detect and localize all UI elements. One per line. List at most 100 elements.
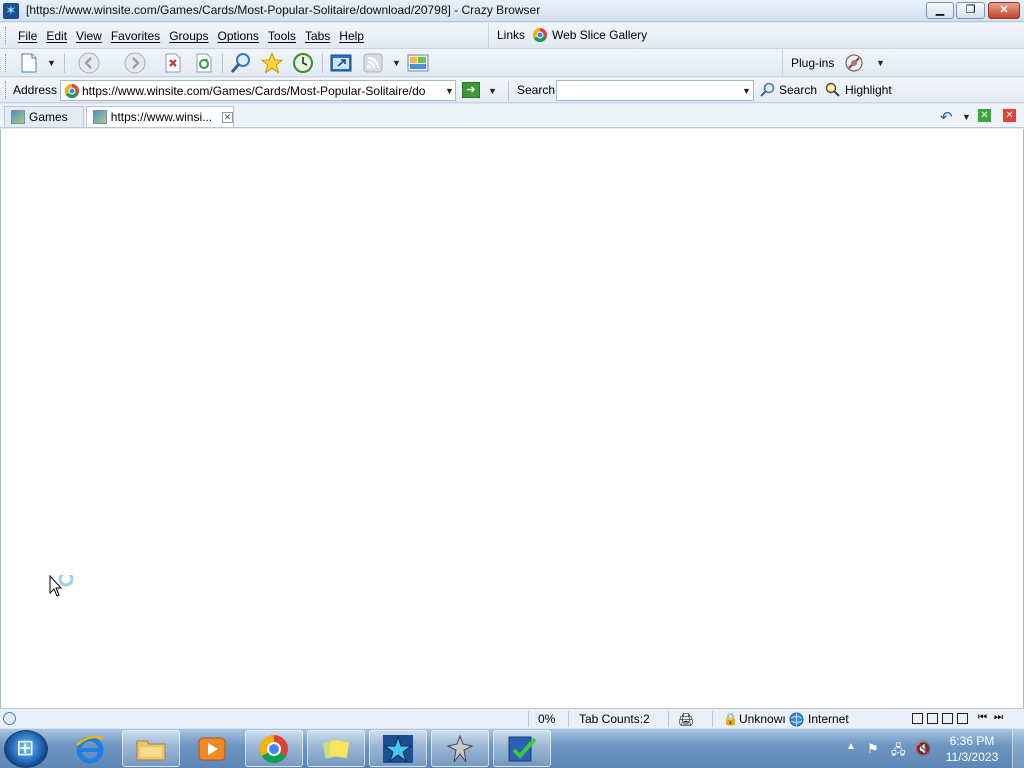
menu-tabs[interactable]: Tabs (305, 29, 330, 43)
page-content[interactable] (0, 129, 1024, 708)
rss-dropdown-icon[interactable]: ▼ (392, 58, 401, 68)
plugin-icon[interactable] (843, 52, 865, 74)
new-page-dropdown-icon[interactable]: ▼ (47, 58, 56, 68)
restore-button[interactable]: ❐ (956, 2, 985, 19)
history-icon[interactable] (292, 52, 314, 74)
close-other-tabs-icon[interactable]: ✕ (978, 109, 991, 122)
close-tab-icon[interactable]: ✕ (1003, 109, 1016, 122)
sticky-notes-icon[interactable] (307, 730, 365, 767)
web-slice-gallery-link[interactable]: Web Slice Gallery (532, 27, 647, 43)
busy-cursor-icon (49, 575, 74, 597)
tile-horizontal-icon[interactable] (942, 713, 953, 724)
checklist-app-icon[interactable] (493, 730, 551, 767)
search-field[interactable]: ▼ (556, 80, 754, 101)
lock-icon: 🔒 (723, 712, 738, 726)
cascade-icon[interactable] (927, 713, 938, 724)
address-grip[interactable] (5, 81, 8, 99)
status-bar: 0% Tab Counts:2 🖨 🔒 Unknowı Internet ⏮ ⏭ (0, 708, 1024, 728)
show-hidden-icons-icon[interactable]: ▲ (846, 741, 856, 752)
show-desktop-button[interactable] (1012, 729, 1024, 768)
internet-explorer-icon[interactable] (61, 730, 119, 767)
search-input[interactable] (560, 83, 738, 98)
tab-favicon-icon (93, 110, 107, 124)
menu-file[interactable]: File (18, 29, 37, 43)
chrome-taskbar-icon[interactable] (245, 730, 303, 767)
figure-app-icon[interactable] (431, 730, 489, 767)
menu-view[interactable]: View (76, 29, 102, 43)
chrome-icon (533, 28, 547, 42)
toolbar-separator (222, 53, 223, 73)
address-dropdown-icon[interactable]: ▼ (445, 86, 454, 96)
search-icon[interactable] (230, 52, 252, 74)
tab-games[interactable]: Games (4, 106, 84, 127)
volume-muted-icon[interactable]: 🔇 (915, 741, 931, 757)
plugins-dropdown-icon[interactable]: ▼ (876, 58, 885, 68)
url-input[interactable] (82, 83, 438, 98)
progress-text: 0% (538, 712, 556, 726)
tile-vertical-icon[interactable] (957, 713, 968, 724)
search-button[interactable]: Search (760, 82, 817, 97)
network-icon[interactable]: 🖧 (891, 741, 906, 763)
plugins-label[interactable]: Plug-ins (791, 56, 834, 70)
file-explorer-icon[interactable] (122, 730, 180, 767)
highlight-button[interactable]: Highlight (825, 82, 892, 97)
plugins-bar: Plug-ins ▼ (782, 49, 1024, 76)
globe-icon (789, 712, 804, 727)
tab-layout-buttons (912, 713, 968, 724)
tab-close-icon[interactable]: ✕ (222, 111, 233, 123)
refresh-icon[interactable] (193, 52, 215, 74)
menu-edit[interactable]: Edit (46, 29, 67, 43)
menu-groups[interactable]: Groups (169, 29, 208, 43)
forward-icon[interactable] (124, 52, 146, 74)
menu-help[interactable]: Help (339, 29, 364, 43)
new-page-icon[interactable] (18, 52, 40, 74)
toolbar-grip[interactable] (5, 54, 8, 72)
back-icon[interactable] (78, 52, 100, 74)
tab-bar: Games https://www.winsi... ✕ ↶ ▼ ✕ ✕ (0, 104, 1024, 128)
menu-tools[interactable]: Tools (268, 29, 296, 43)
rss-feed-icon[interactable] (362, 52, 384, 74)
tab-favicon-icon (11, 110, 25, 124)
crazy-browser-taskbar-icon[interactable] (369, 730, 427, 767)
close-button[interactable]: ✕ (988, 2, 1020, 19)
start-button[interactable] (4, 730, 48, 768)
status-divider (528, 711, 529, 727)
stop-icon[interactable] (162, 52, 184, 74)
action-center-icon[interactable]: ⚑ (867, 741, 879, 757)
menu-grip[interactable] (5, 27, 8, 45)
menu-options[interactable]: Options (218, 29, 259, 43)
tab-winsite[interactable]: https://www.winsi... ✕ (86, 106, 234, 127)
system-tray: ▲ ⚑ 🖧 🔇 6:36 PM 11/3/2023 (842, 729, 1024, 768)
toolbar-separator (64, 53, 65, 73)
media-player-icon[interactable] (183, 730, 241, 767)
magnifier-icon (760, 82, 775, 97)
image-icon[interactable] (407, 52, 429, 74)
favorites-star-icon[interactable] (261, 52, 283, 74)
search-label: Search (517, 83, 556, 97)
next-tab-icon[interactable]: ⏭ (994, 712, 1003, 723)
go-arrow-icon[interactable]: ➔ (462, 82, 480, 98)
search-button-label: Search (779, 82, 818, 97)
minimize-button[interactable]: ▁ (926, 2, 954, 19)
prev-tab-icon[interactable]: ⏮ (978, 712, 987, 723)
search-dropdown-icon[interactable]: ▼ (742, 86, 751, 96)
clock-time: 6:36 PM (949, 734, 995, 748)
tab-counts-text: Tab Counts:2 (579, 712, 650, 726)
security-text: Unknowı (739, 712, 785, 726)
links-label[interactable]: Links (497, 28, 525, 42)
address-label: Address (13, 83, 58, 97)
crazy-browser-app-icon[interactable] (3, 2, 19, 19)
popup-blocker-icon[interactable]: 🖨 (678, 712, 695, 728)
menu-favorites[interactable]: Favorites (111, 29, 160, 43)
fullscreen-icon[interactable] (330, 52, 352, 74)
clock[interactable]: 6:36 PM 11/3/2023 (942, 733, 1002, 765)
clock-date: 11/3/2023 (945, 750, 999, 764)
address-field[interactable]: ▼ (60, 80, 456, 101)
minimize-icon: ▁ (935, 4, 945, 16)
undo-close-tab-icon[interactable]: ↶ (940, 108, 953, 126)
single-window-icon[interactable] (912, 713, 923, 724)
status-divider (568, 711, 569, 727)
menu-bar: File Edit View Favorites Groups Options … (0, 23, 1024, 49)
undo-dropdown-icon[interactable]: ▼ (962, 112, 971, 122)
go-dropdown-icon[interactable]: ▼ (488, 86, 497, 96)
